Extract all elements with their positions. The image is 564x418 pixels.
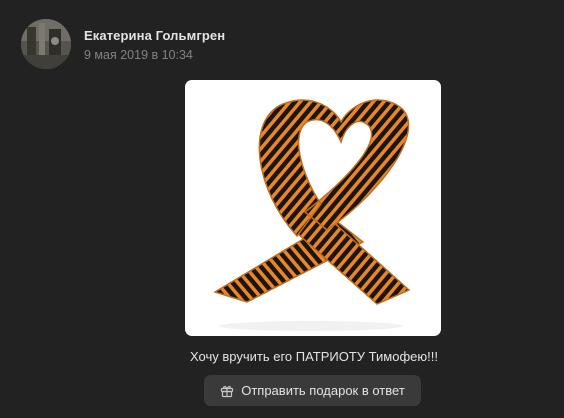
avatar[interactable] [21,19,71,69]
send-gift-reply-button[interactable]: Отправить подарок в ответ [204,375,421,406]
gift-icon [220,384,234,398]
gift-image[interactable] [185,80,441,336]
post-date[interactable]: 9 мая 2019 в 10:34 [84,48,193,62]
gift-message: Хочу вручить его ПАТРИОТУ Тимофею!!! [190,349,438,364]
send-gift-reply-label: Отправить подарок в ответ [241,383,405,398]
author-name[interactable]: Екатерина Гольмгрен [84,28,225,43]
